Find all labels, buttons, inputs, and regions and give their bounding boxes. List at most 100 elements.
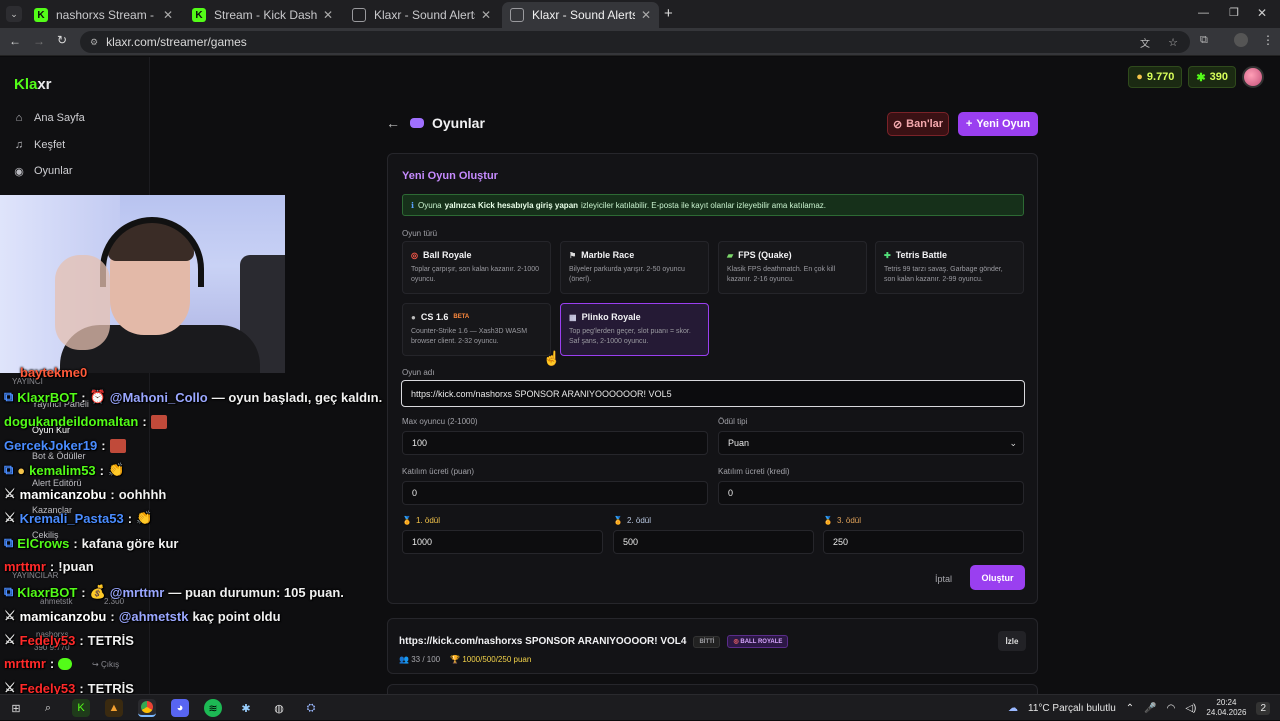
prize-1-input[interactable]: 1000 [402,530,603,554]
emote-icon: 👏 [136,510,153,525]
translate-icon[interactable]: 文 [1140,35,1150,50]
close-icon[interactable]: ✕ [481,8,491,22]
chrome-icon[interactable] [138,699,156,717]
kick-app-icon[interactable]: K [72,699,90,717]
browser-toolbar: ← → ↻ ⚙ klaxr.com/streamer/games 文 ☆ ⧉ ⋮ [0,28,1280,56]
watch-button[interactable]: İzle [998,631,1026,651]
prize-2-value: 500 [623,537,639,547]
badge-icon: ⧉ [4,462,14,477]
tab-search-icon[interactable]: ⌄ [6,6,22,22]
chat-message: ⚔ Fedely53: TETRİS [4,632,134,648]
restore-icon[interactable]: ❐ [1229,6,1239,19]
close-icon[interactable]: ✕ [323,8,333,22]
game-tile-fps[interactable]: ▰ FPS (Quake) Klasik FPS deathmatch. En ç… [718,241,867,294]
app-icon[interactable]: ✱ [237,699,255,717]
wifi-icon[interactable]: ◠ [1167,703,1176,714]
close-icon[interactable]: ✕ [641,8,651,22]
cancel-button[interactable]: İptal [935,574,952,584]
spotify-icon[interactable]: ≋ [204,699,222,717]
tab-1[interactable]: K nashorxs Stream - Watch Live o ✕ [26,2,181,28]
chat-message: ⚔ mamicanzobu: @ahmetstk kaç point oldu [4,608,281,624]
game-desc: Klasik FPS deathmatch. En çok kill kazan… [727,266,836,283]
menu-icon[interactable]: ⋮ [1262,33,1274,47]
max-players-input[interactable]: 100 [402,431,708,455]
sword-icon: ⚔ [4,632,16,647]
fee-points-input[interactable]: 0 [402,481,708,505]
chat-text: TETRİS [87,632,134,648]
money-bag-icon: 💰 [89,584,106,599]
credits-badge[interactable]: ✱ 390 [1188,66,1236,88]
bans-button[interactable]: ⊘ Ban'lar [887,112,949,136]
sidebar-item-home[interactable]: ⌂ Ana Sayfa [12,108,85,128]
page-title: ← Oyunlar [386,115,485,131]
prize-2-label-text: 2. ödül [626,516,651,525]
medal-gold-icon: 🏅 [402,516,412,525]
badge-icon: ⧉ [4,584,14,599]
chat-mention: @Mahoni_Collo [109,389,208,405]
create-button[interactable]: Oluştur [970,565,1025,590]
emote-icon: 👏 [108,462,125,477]
points-badge[interactable]: ● 9.770 [1128,66,1183,88]
card-title: Yeni Oyun Oluştur [402,170,498,182]
forward-icon[interactable]: → [33,34,45,48]
back-icon[interactable]: ← [9,34,21,48]
steam-icon[interactable]: ⛭ [302,699,320,717]
game-tile-ball-royale[interactable]: ◎ Ball Royale Toplar çarpışır, son kalan … [402,241,551,294]
app-icon[interactable]: ▲ [105,699,123,717]
address-bar[interactable]: ⚙ klaxr.com/streamer/games 文 ☆ [80,31,1190,53]
clock[interactable]: 20:24 24.04.2026 [1206,698,1246,718]
close-icon[interactable]: ✕ [163,8,173,22]
game-name-input[interactable]: https://kick.com/nashorxs SPONSOR ARANIY… [401,380,1025,407]
profile-icon[interactable] [1234,33,1248,47]
sword-icon: ⚔ [4,608,16,623]
window-close-icon[interactable]: ✕ [1257,6,1267,20]
new-tab-button[interactable]: + [664,5,673,22]
tab-2-title: Stream - Kick Dashboard [214,8,317,22]
weather-icon: ☁ [1008,702,1019,714]
avatar[interactable] [1242,66,1264,88]
prize-2-input[interactable]: 500 [613,530,814,554]
logout-button[interactable]: ↪ Çıkış [92,660,119,669]
search-icon[interactable]: ⌕ [39,699,57,717]
fee-credits-input[interactable]: 0 [718,481,1024,505]
klaxr-logo[interactable]: Klaxr [14,76,52,93]
back-arrow-icon[interactable]: ← [386,115,400,131]
volume-icon[interactable]: ◁) [1185,703,1196,714]
obs-icon[interactable]: ◍ [270,699,288,717]
game-tile-cs16[interactable]: ● CS 1.6 BETA Counter-Strike 1.6 — Xash3D … [402,303,551,356]
site-info-icon[interactable]: ⚙ [90,37,98,48]
chat-username: baytekme0 [20,365,88,380]
prize-3-label-text: 3. ödül [836,516,861,525]
logout-label: Çıkış [100,660,120,669]
sidebar-item-discover[interactable]: ♫ Keşfet [12,135,65,155]
prize-3-input[interactable]: 250 [823,530,1024,554]
sidebar-item-games[interactable]: ◉ Oyunlar [12,161,72,181]
bookmark-star-icon[interactable]: ☆ [1168,36,1178,49]
page-title-text: Oyunlar [432,115,485,131]
weather-text[interactable]: 11°C Parçalı bulutlu [1028,703,1116,714]
game-tile-plinko-royale[interactable]: ▦ Plinko Royale Top peg'lerden geçer, slo… [560,303,709,356]
game-tile-tetris[interactable]: ✚ Tetris Battle Tetris 99 tarzı savaş. Ga… [875,241,1024,294]
minimize-icon[interactable]: — [1198,7,1209,19]
music-icon: ♫ [14,139,24,151]
discord-icon[interactable]: ◕ [171,699,189,717]
reload-icon[interactable]: ↻ [57,33,67,47]
tab-4-title: Klaxr - Sound Alerts [532,8,635,22]
game-name: Marble Race [581,250,635,260]
name-label: Oyun adı [402,368,435,377]
tab-2[interactable]: K Stream - Kick Dashboard ✕ [184,2,341,28]
tab-3[interactable]: Klaxr - Sound Alerts ✕ [344,2,499,28]
game-tile-marble-race[interactable]: ⚑ Marble Race Bilyeler parkurda yarışır. … [560,241,709,294]
alarm-icon: ⏰ [89,389,106,404]
reward-type-label: Ödül tipi [718,417,748,426]
clock-date: 24.04.2026 [1206,708,1247,717]
new-game-button[interactable]: + Yeni Oyun [958,112,1038,136]
url-text: klaxr.com/streamer/games [106,35,247,49]
windows-start-icon[interactable]: ⊞ [7,699,25,717]
prize-1-label: 🏅 1. ödül [402,516,440,525]
chevron-up-icon[interactable]: ⌃ [1126,703,1134,714]
extensions-icon[interactable]: ⧉ [1200,34,1208,47]
reward-type-select[interactable]: Puan ⌄ [718,431,1024,455]
tab-4[interactable]: Klaxr - Sound Alerts ✕ [502,2,659,28]
notification-icon[interactable]: 2 [1256,701,1270,715]
